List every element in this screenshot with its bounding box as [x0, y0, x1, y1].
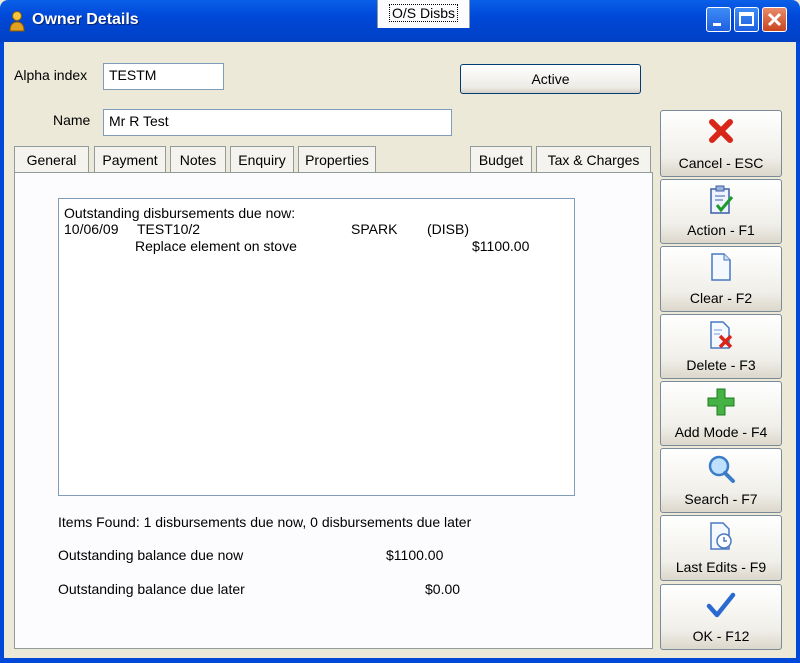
- tab-label: Payment: [102, 152, 158, 168]
- maximize-button[interactable]: [734, 7, 759, 32]
- clear-button[interactable]: Clear - F2: [660, 246, 782, 312]
- last-edits-button-label: Last Edits - F9: [675, 559, 767, 575]
- disb-type: (DISB): [427, 221, 469, 237]
- red-x-icon: [709, 119, 733, 143]
- tab-properties[interactable]: Properties: [298, 146, 376, 172]
- tab-label: Enquiry: [238, 152, 286, 168]
- green-plus-icon: [707, 388, 735, 416]
- tab-notes[interactable]: Notes: [170, 146, 226, 172]
- action-button-label: Action - F1: [687, 222, 755, 238]
- page-delete-icon: [710, 321, 733, 349]
- tab-label: General: [26, 152, 77, 168]
- tab-payment[interactable]: Payment: [94, 146, 166, 172]
- action-button[interactable]: Action - F1: [660, 179, 782, 244]
- ok-button[interactable]: OK - F12: [660, 584, 782, 650]
- disbursements-list[interactable]: Outstanding disbursements due now: 10/06…: [58, 198, 575, 496]
- search-button-label: Search - F7: [684, 491, 758, 507]
- disb-creditor: SPARK: [351, 221, 398, 237]
- active-button[interactable]: Active: [460, 64, 641, 94]
- tab-label: O/S Disbs: [388, 4, 458, 22]
- add-mode-button[interactable]: Add Mode - F4: [660, 381, 782, 446]
- owner-person-icon: [9, 11, 25, 32]
- disb-date: 10/06/09: [64, 221, 119, 237]
- due-now-value: $1100.00: [386, 547, 444, 563]
- page-clock-icon: [710, 522, 732, 550]
- tab-budget[interactable]: Budget: [470, 146, 532, 172]
- list-heading: Outstanding disbursements due now:: [64, 205, 296, 221]
- cancel-button[interactable]: Cancel - ESC: [660, 110, 782, 177]
- tab-label: Properties: [305, 152, 369, 168]
- last-edits-button[interactable]: Last Edits - F9: [660, 515, 782, 581]
- tab-label: Notes: [179, 152, 217, 168]
- disb-ref: TEST10/2: [137, 221, 201, 237]
- disb-amount: $1100.00: [472, 238, 530, 254]
- due-now-label: Outstanding balance due now: [58, 547, 244, 563]
- delete-button-label: Delete - F3: [686, 357, 756, 373]
- window-title: Owner Details: [32, 11, 139, 28]
- add-mode-button-label: Add Mode - F4: [674, 424, 768, 440]
- magnifier-icon: [708, 455, 735, 483]
- clear-button-label: Clear - F2: [689, 290, 753, 306]
- cancel-button-label: Cancel - ESC: [678, 155, 764, 171]
- blank-page-icon: [711, 253, 731, 281]
- name-field[interactable]: Mr R Test: [103, 109, 452, 136]
- minimize-button[interactable]: [706, 7, 731, 32]
- tab-general[interactable]: General: [14, 146, 89, 172]
- maximize-icon: [739, 12, 754, 26]
- due-later-label: Outstanding balance due later: [58, 581, 245, 597]
- clipboard-check-icon: [710, 185, 734, 214]
- close-window-button[interactable]: [762, 7, 787, 32]
- close-icon: [767, 12, 782, 27]
- alpha-index-label: Alpha index: [14, 67, 88, 83]
- delete-button[interactable]: Delete - F3: [660, 314, 782, 379]
- alpha-index-field[interactable]: TESTM: [103, 63, 224, 90]
- tab-os-disbs[interactable]: O/S Disbs: [377, 0, 470, 28]
- due-later-value: $0.00: [425, 581, 461, 597]
- name-label: Name: [53, 112, 91, 128]
- tab-enquiry[interactable]: Enquiry: [230, 146, 294, 172]
- tab-label: Budget: [478, 152, 524, 168]
- tab-tax-charges[interactable]: Tax & Charges: [536, 146, 651, 172]
- minimize-icon: [713, 23, 721, 26]
- items-found-text: Items Found: 1 disbursements due now, 0 …: [58, 514, 472, 530]
- disb-description: Replace element on stove: [135, 238, 297, 254]
- ok-button-label: OK - F12: [692, 628, 750, 644]
- blue-check-icon: [706, 592, 736, 618]
- tab-label: Tax & Charges: [547, 152, 640, 168]
- search-button[interactable]: Search - F7: [660, 448, 782, 513]
